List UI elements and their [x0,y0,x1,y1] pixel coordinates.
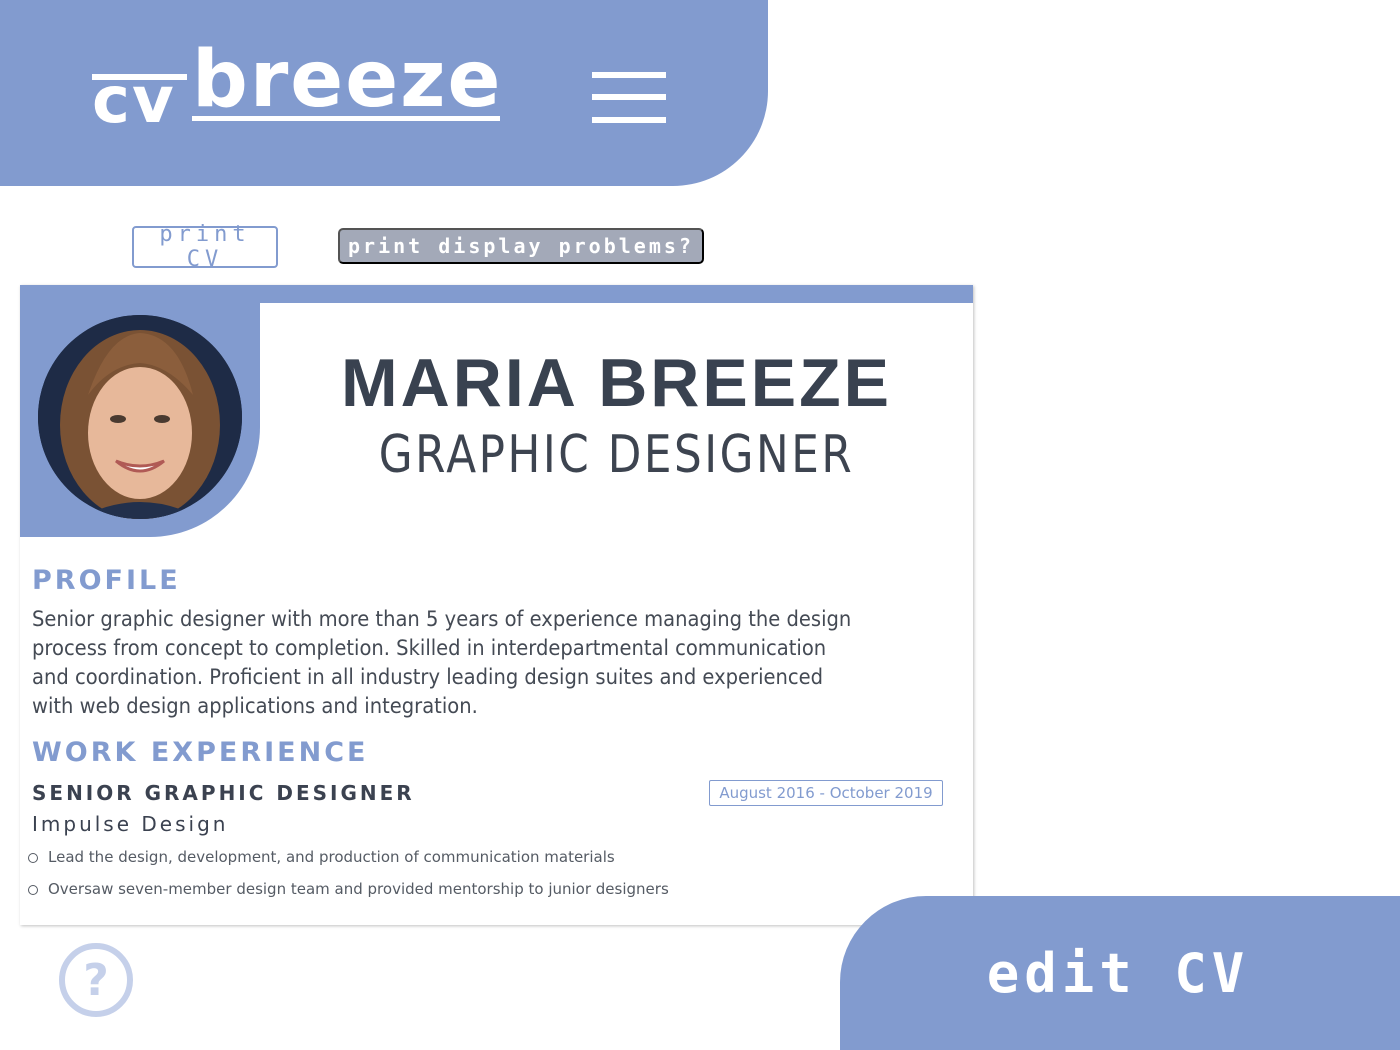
avatar-portrait [38,315,242,519]
print-problems-button[interactable]: print display problems? [338,228,704,264]
work-experience-heading: WORK EXPERIENCE [32,737,369,768]
cv-document: MARIA BREEZE GRAPHIC DESIGNER PROFILE Se… [20,285,973,925]
logo-main: breeze [192,35,503,125]
job-dates-badge: August 2016 - October 2019 [709,780,943,806]
cv-job-title: GRAPHIC DESIGNER [378,425,855,485]
job-position: SENIOR GRAPHIC DESIGNER [32,781,415,805]
profile-heading: PROFILE [32,565,181,596]
job-company: Impulse Design [32,812,229,836]
print-cv-button[interactable]: print CV [132,222,278,272]
app-root: cv breeze print CV print display problem… [0,0,1400,1050]
job-bullet: Lead the design, development, and produc… [28,841,669,873]
logo-underline [192,116,500,121]
cvbreeze-logo[interactable]: cv breeze [92,35,503,140]
job-bullets: Lead the design, development, and produc… [28,841,669,905]
job-bullet: Oversaw seven-member design team and pro… [28,873,669,905]
menu-line [592,117,666,123]
menu-line [592,72,666,78]
help-glyph: ? [83,954,109,1006]
cv-photo-panel [20,285,260,537]
logo-prefix: cv [92,64,176,138]
edit-cv-button[interactable]: edit CV [840,896,1400,1050]
cv-name: MARIA BREEZE [340,345,893,421]
top-header: cv breeze [0,0,768,186]
profile-text: Senior graphic designer with more than 5… [32,607,852,718]
avatar [38,315,242,519]
edit-cv-label: edit CV [986,941,1250,1005]
hamburger-menu-icon[interactable] [592,72,666,124]
help-circle-icon[interactable]: ? [59,943,133,1017]
menu-line [592,94,666,100]
